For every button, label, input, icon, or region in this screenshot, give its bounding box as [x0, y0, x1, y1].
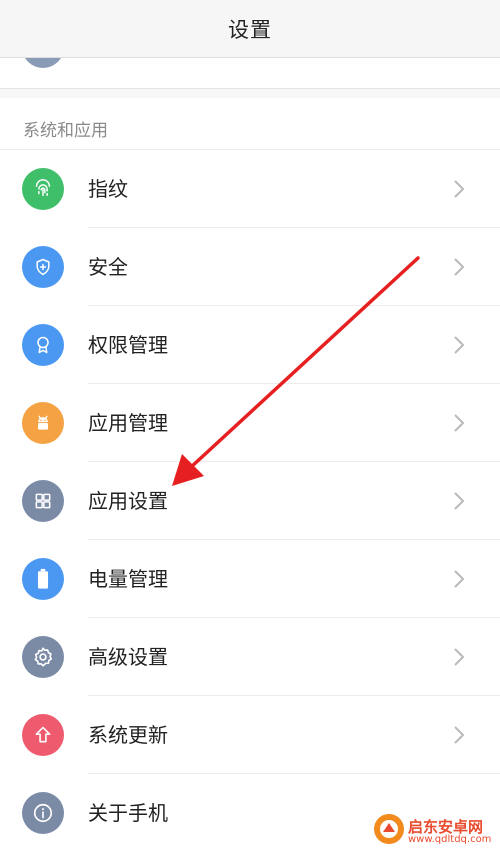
chevron-right-icon	[454, 492, 465, 510]
settings-item-system-update[interactable]: 系统更新	[0, 696, 500, 774]
battery-icon	[22, 558, 64, 600]
grid-icon	[22, 480, 64, 522]
settings-item-label: 电量管理	[88, 567, 168, 591]
settings-item-battery[interactable]: 电量管理	[0, 540, 500, 618]
settings-item-permissions[interactable]: 权限管理	[0, 306, 500, 384]
settings-item-label: 高级设置	[88, 645, 168, 669]
partial-item-icon	[22, 58, 64, 68]
gear-icon	[22, 636, 64, 678]
info-icon	[22, 792, 64, 834]
previous-section-partial	[0, 58, 500, 89]
settings-screen: 设置 系统和应用 指纹 安全 权限管理 应用管理 应用设置 电量管理 高级设置 …	[0, 0, 500, 850]
shield-icon	[22, 246, 64, 288]
settings-item-label: 应用设置	[88, 489, 168, 513]
watermark-url: www.qdltdq.com	[408, 834, 492, 845]
settings-item-security[interactable]: 安全	[0, 228, 500, 306]
chevron-right-icon	[454, 258, 465, 276]
chevron-right-icon	[454, 414, 465, 432]
android-icon	[22, 402, 64, 444]
chevron-right-icon	[454, 570, 465, 588]
chevron-right-icon	[454, 180, 465, 198]
settings-item-label: 系统更新	[88, 723, 168, 747]
settings-item-label: 安全	[88, 255, 128, 279]
watermark-logo-icon	[374, 814, 404, 844]
settings-item-app-management[interactable]: 应用管理	[0, 384, 500, 462]
settings-item-label: 应用管理	[88, 411, 168, 435]
section-header: 系统和应用	[0, 98, 500, 150]
system-and-apps-section: 系统和应用 指纹 安全 权限管理 应用管理 应用设置 电量管理 高级设置 系统更…	[0, 98, 500, 850]
chevron-right-icon	[454, 648, 465, 666]
page-title: 设置	[228, 17, 272, 42]
fingerprint-icon	[22, 168, 64, 210]
upload-arrow-icon	[22, 714, 64, 756]
chevron-right-icon	[454, 726, 465, 744]
settings-item-label: 权限管理	[88, 333, 168, 357]
title-bar: 设置	[0, 0, 500, 58]
settings-item-label: 指纹	[88, 177, 128, 201]
badge-icon	[22, 324, 64, 366]
settings-item-advanced[interactable]: 高级设置	[0, 618, 500, 696]
watermark: 启东安卓网 www.qdltdq.com	[372, 808, 500, 848]
settings-item-fingerprint[interactable]: 指纹	[0, 150, 500, 228]
settings-item-label: 关于手机	[88, 801, 168, 825]
settings-item-app-settings[interactable]: 应用设置	[0, 462, 500, 540]
chevron-right-icon	[454, 336, 465, 354]
